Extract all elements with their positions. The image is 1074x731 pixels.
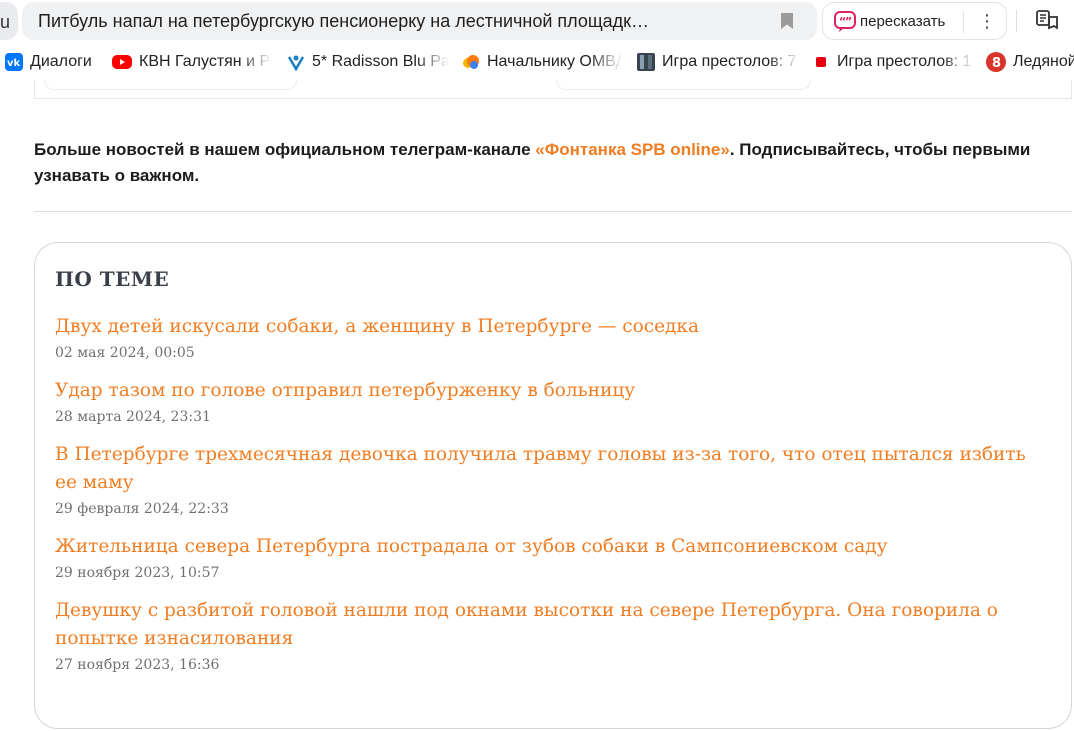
related-news-card: ПО ТЕМЕ Двух детей искусали собаки, а же…	[34, 242, 1072, 729]
previous-card-edge	[556, 80, 811, 90]
page-title: Питбуль напал на петербургскую пенсионер…	[38, 11, 650, 31]
svg-text:vk: vk	[7, 58, 21, 69]
browser-toolbar: u Питбуль напал на петербургскую пенсион…	[0, 0, 1074, 44]
previous-tab-label: u	[0, 12, 11, 32]
telegram-channel-link[interactable]: «Фонтанка SPB online»	[535, 140, 730, 159]
related-article-link[interactable]: Жительница севера Петербурга пострадала …	[55, 533, 1045, 561]
bookmark-item[interactable]: Игра престолов: 1	[812, 52, 974, 72]
more-menu-icon[interactable]: ⋮	[978, 9, 996, 33]
list-item: В Петербурге трехмесячная девочка получи…	[55, 441, 1045, 519]
article-date: 29 ноября 2023, 10:57	[55, 565, 220, 581]
divider	[34, 211, 1072, 212]
bookmark-item[interactable]: 5* Radisson Blu Pa	[287, 52, 449, 72]
svg-text:8: 8	[992, 56, 1001, 71]
retell-icon: “ ”	[834, 11, 856, 32]
bookmark-item[interactable]: vk Диалоги	[5, 52, 105, 72]
reader-extension-icon[interactable]	[1035, 8, 1061, 34]
divider	[963, 11, 964, 33]
radisson-icon	[287, 53, 305, 72]
telegram-promo: Больше новостей в нашем официальном теле…	[34, 140, 1031, 185]
list-item: Удар тазом по голове отправил петербурже…	[55, 377, 1045, 427]
bookmark-item[interactable]: Игра престолов: 7	[637, 52, 800, 72]
related-article-link[interactable]: Девушку с разбитой головой нашли под окн…	[55, 597, 1045, 653]
list-item: Двух детей искусали собаки, а женщину в …	[55, 313, 1045, 363]
vk-icon: vk	[5, 53, 23, 71]
previous-card-edge	[44, 80, 297, 90]
divider	[1016, 10, 1017, 32]
article-date: 28 марта 2024, 23:31	[55, 409, 211, 425]
list-item: Девушку с разбитой головой нашли под окн…	[55, 597, 1045, 675]
bookmarks-bar: vk Диалоги КВН Галустян и Ре 5* Radisson…	[0, 44, 1074, 80]
related-article-link[interactable]: Двух детей искусали собаки, а женщину в …	[55, 313, 1045, 341]
related-list: Двух детей искусали собаки, а женщину в …	[55, 313, 1045, 689]
related-article-link[interactable]: В Петербурге трехмесячная девочка получи…	[55, 441, 1045, 497]
retell-button[interactable]: “ ” пересказать ⋮	[822, 2, 1007, 40]
list-item: Жительница севера Петербурга пострадала …	[55, 533, 1045, 583]
related-article-link[interactable]: Удар тазом по голове отправил петербурже…	[55, 377, 1045, 405]
bookmark-item[interactable]: КВН Галустян и Ре	[112, 52, 272, 72]
retell-label: пересказать	[860, 13, 946, 30]
bookmark-icon[interactable]	[780, 12, 794, 30]
svg-text:”: ”	[845, 15, 852, 28]
bookmark-item[interactable]: 8 Ледяной	[986, 52, 1074, 72]
film-icon	[637, 53, 655, 71]
bookmark-item[interactable]: Начальнику ОМВД	[462, 52, 622, 72]
previous-tab[interactable]: u	[0, 2, 18, 40]
related-title: ПО ТЕМЕ	[55, 267, 170, 291]
cloud-icon	[462, 53, 480, 71]
article-date: 02 мая 2024, 00:05	[55, 345, 195, 361]
address-bar[interactable]: Питбуль напал на петербургскую пенсионер…	[22, 2, 817, 40]
badge-8-icon: 8	[986, 52, 1006, 72]
article-date: 29 февраля 2024, 22:33	[55, 501, 229, 517]
article-date: 27 ноября 2023, 16:36	[55, 657, 220, 673]
youtube-icon	[112, 55, 132, 69]
red-square-icon	[812, 53, 830, 71]
